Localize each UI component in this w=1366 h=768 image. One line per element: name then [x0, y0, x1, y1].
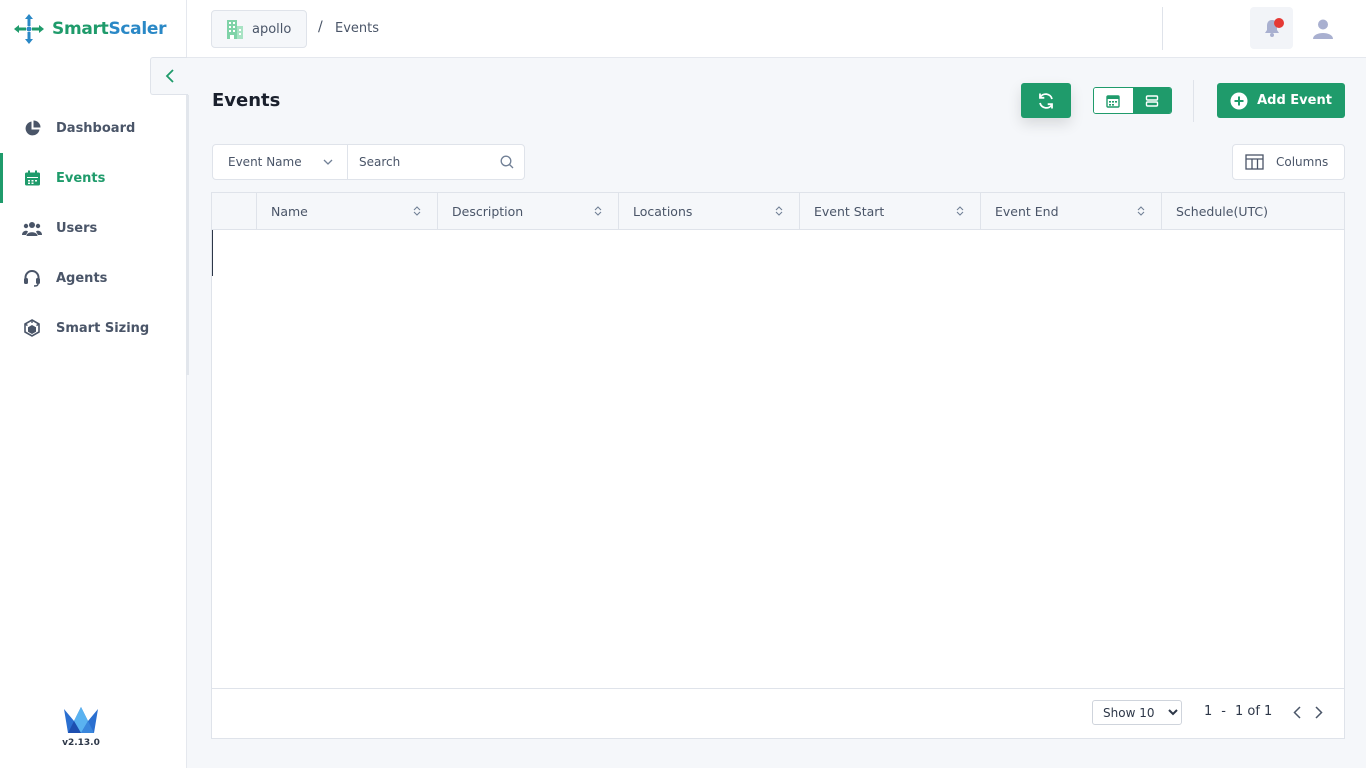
page-dash: - — [1221, 704, 1226, 719]
chevron-down-icon — [323, 159, 333, 165]
filter-field-label: Event Name — [228, 155, 302, 169]
sidebar-item-label: Users — [56, 220, 98, 236]
search-box — [348, 145, 524, 179]
sort-icon — [413, 206, 421, 216]
header-divider — [1162, 7, 1163, 50]
chevron-right-icon — [1315, 705, 1323, 719]
add-event-button[interactable]: Add Event — [1217, 83, 1345, 118]
page-title: Events — [212, 90, 281, 111]
calendar-icon — [22, 168, 42, 188]
table-footer: Show 10 1 - 1 of 1 — [212, 688, 1344, 738]
version-info: v2.13.0 — [58, 705, 104, 748]
user-avatar-icon — [1313, 19, 1333, 39]
sidebar-nav: Dashboard Events Users Agents Smart Sizi… — [0, 103, 187, 353]
page-range: 1 of 1 — [1234, 704, 1273, 719]
breadcrumb-separator: / — [318, 19, 323, 35]
column-header-name[interactable]: Name — [257, 193, 438, 229]
top-header: apollo / Events — [187, 0, 1366, 58]
next-page-button[interactable] — [1312, 703, 1326, 721]
brand-name-part2: Scaler — [108, 19, 167, 39]
org-name: apollo — [252, 21, 292, 37]
sidebar-item-agents[interactable]: Agents — [0, 253, 187, 303]
column-label: Name — [271, 203, 308, 219]
sort-icon — [594, 206, 602, 216]
events-table: Name Description Locations Event Start E… — [211, 192, 1345, 739]
headset-icon — [22, 268, 42, 288]
chevron-left-icon — [165, 69, 174, 83]
refresh-icon — [1039, 92, 1053, 109]
sidebar-item-dashboard[interactable]: Dashboard — [0, 103, 187, 153]
page-size-select[interactable]: Show 10 — [1092, 700, 1182, 725]
brand-name-part1: Smart — [52, 19, 109, 39]
action-divider — [1193, 80, 1194, 122]
plus-circle-icon — [1230, 92, 1248, 109]
view-toggle — [1093, 87, 1172, 114]
sidebar-item-label: Dashboard — [56, 120, 136, 136]
version-label: v2.13.0 — [62, 738, 100, 748]
search-filter: Event Name — [212, 144, 525, 180]
column-header-event-start[interactable]: Event Start — [800, 193, 981, 229]
prev-page-button[interactable] — [1290, 703, 1304, 721]
calendar-view-button[interactable] — [1094, 88, 1133, 113]
sidebar-item-label: Agents — [56, 270, 108, 286]
column-header-locations[interactable]: Locations — [619, 193, 800, 229]
column-header-event-end[interactable]: Event End — [981, 193, 1162, 229]
column-label: Locations — [633, 203, 693, 219]
sidebar-item-users[interactable]: Users — [0, 203, 187, 253]
sidebar-item-label: Smart Sizing — [56, 320, 150, 336]
crown-logo-icon — [64, 707, 98, 733]
building-icon — [227, 20, 243, 39]
page-info: 1 - 1 of 1 — [1204, 704, 1272, 719]
notification-dot — [1274, 18, 1284, 28]
filter-field-select[interactable]: Event Name — [213, 145, 348, 179]
column-label: Description — [452, 203, 524, 219]
notifications-button[interactable] — [1250, 7, 1293, 49]
sort-icon — [1137, 206, 1145, 216]
columns-icon — [1245, 154, 1264, 170]
column-label: Event End — [995, 203, 1059, 219]
columns-button[interactable]: Columns — [1232, 144, 1345, 180]
select-column-header[interactable] — [212, 193, 257, 229]
sidebar-item-label: Events — [56, 170, 106, 186]
sidebar: SmartScaler Dashboard Events Users Agent… — [0, 0, 187, 768]
add-event-label: Add Event — [1257, 93, 1332, 108]
cube-icon — [22, 318, 42, 338]
column-header-schedule[interactable]: Schedule(UTC) — [1162, 193, 1344, 229]
org-selector[interactable]: apollo — [211, 10, 307, 48]
column-label: Event Start — [814, 203, 885, 219]
pagination-controls — [1290, 703, 1326, 721]
sidebar-collapse-button[interactable] — [150, 57, 188, 95]
logo-icon — [14, 14, 44, 44]
pie-chart-icon — [22, 118, 42, 138]
chevron-left-icon — [1293, 705, 1301, 719]
sidebar-item-events[interactable]: Events — [0, 153, 187, 203]
calendar-icon — [1106, 94, 1120, 108]
brand-name: SmartScaler — [52, 19, 166, 39]
sort-icon — [775, 206, 783, 216]
table-header: Name Description Locations Event Start E… — [212, 193, 1344, 230]
list-view-button[interactable] — [1132, 88, 1171, 113]
sort-icon — [956, 206, 964, 216]
search-icon[interactable] — [500, 155, 514, 169]
refresh-button[interactable] — [1021, 83, 1071, 118]
search-input[interactable] — [359, 155, 489, 169]
page-from: 1 — [1204, 704, 1213, 719]
user-menu-button[interactable] — [1305, 13, 1341, 45]
column-label: Schedule(UTC) — [1176, 203, 1268, 219]
columns-label: Columns — [1276, 155, 1329, 169]
breadcrumb-current: Events — [335, 21, 380, 36]
users-icon — [22, 218, 42, 238]
sidebar-scrollbar[interactable] — [186, 95, 189, 375]
brand-logo[interactable]: SmartScaler — [12, 12, 166, 46]
list-icon — [1145, 94, 1158, 107]
column-header-description[interactable]: Description — [438, 193, 619, 229]
sidebar-item-smart-sizing[interactable]: Smart Sizing — [0, 303, 187, 353]
